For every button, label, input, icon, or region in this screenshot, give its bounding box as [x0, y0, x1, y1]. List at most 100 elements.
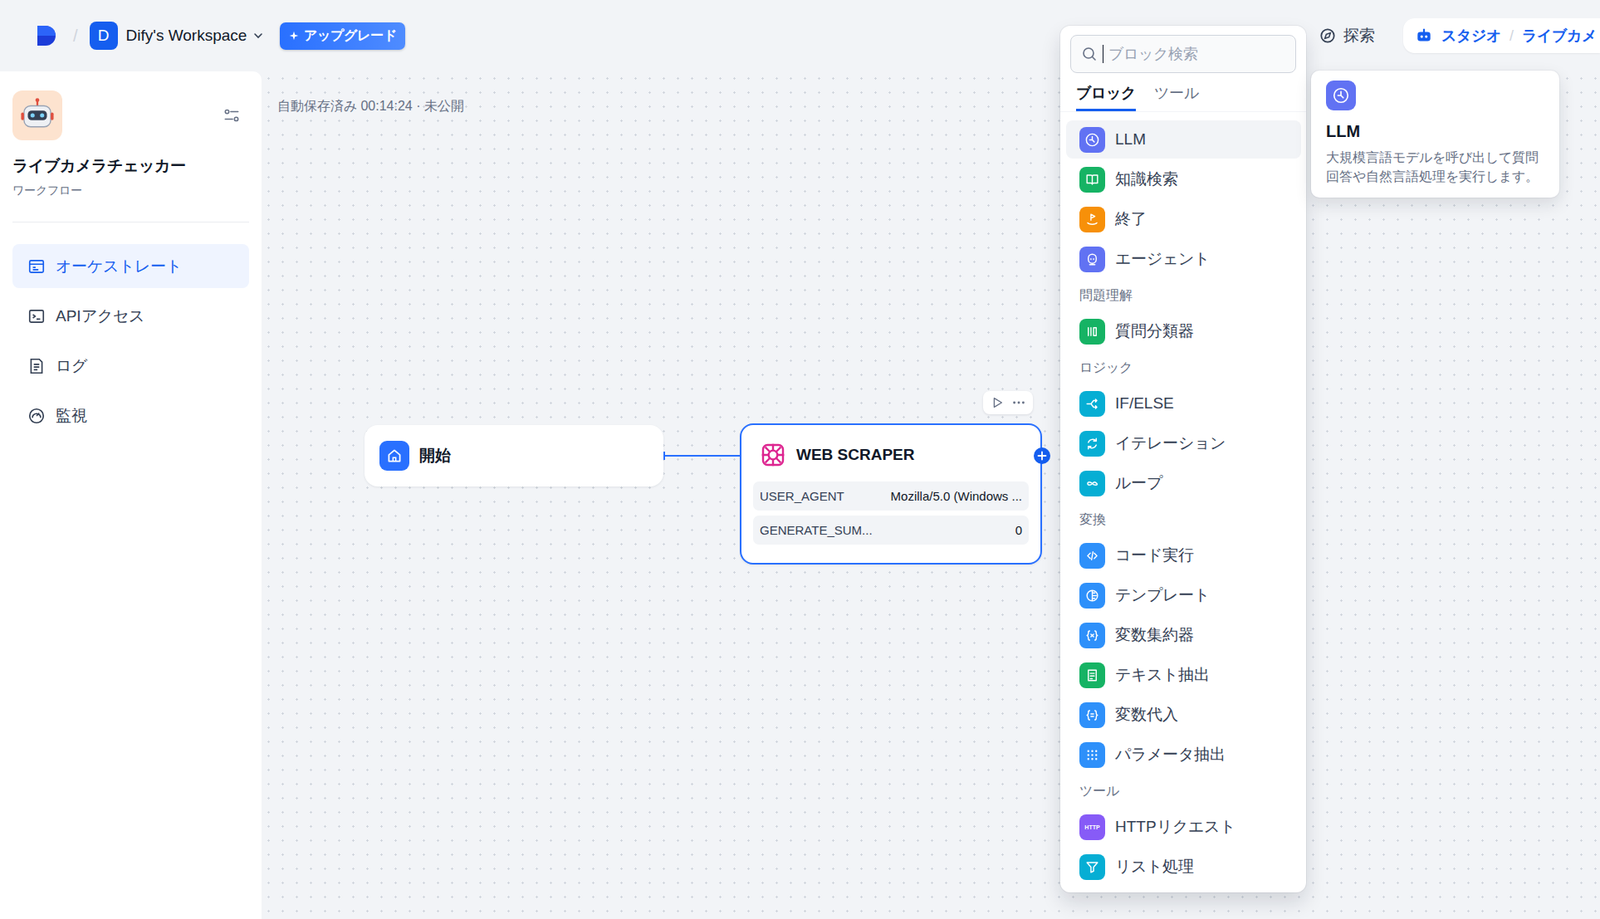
block-type-icon	[1079, 127, 1106, 153]
tooltip-title: LLM	[1325, 122, 1545, 142]
sidebar-item[interactable]: オーケストレート	[12, 244, 250, 289]
sidebar-item[interactable]: APIアクセス	[12, 293, 250, 338]
add-node-icon[interactable]	[1032, 446, 1052, 465]
block-item[interactable]: コード実行	[1066, 536, 1302, 575]
start-node[interactable]: 開始	[364, 425, 664, 487]
picker-tab[interactable]: ツール	[1154, 78, 1199, 112]
app-header	[12, 90, 250, 141]
search-placeholder: ブロック検索	[1108, 44, 1199, 64]
block-item[interactable]: 知識検索	[1066, 160, 1302, 199]
tool-node[interactable]: WEB SCRAPER USER_AGENTMozilla/5.0 (Window…	[739, 423, 1043, 565]
block-label: ループ	[1115, 472, 1163, 495]
block-type-icon	[1079, 854, 1106, 881]
tooltip-description: 大規模言語モデルを呼び出して質問回答や自然言語処理を実行します。	[1325, 147, 1544, 186]
more-icon[interactable]	[1011, 395, 1027, 411]
param-name: USER_AGENT	[759, 489, 845, 504]
search-icon	[1081, 45, 1098, 63]
block-type-icon: HTTP	[1079, 814, 1106, 841]
node-title: WEB SCRAPER	[796, 445, 915, 465]
app-avatar	[12, 90, 63, 141]
node-toolbar	[983, 391, 1033, 415]
block-type-icon	[1079, 166, 1106, 193]
sidebar-item-label: ログ	[55, 355, 88, 377]
picker-tab[interactable]: ブロック	[1076, 78, 1136, 112]
block-tooltip: LLM 大規模言語モデルを呼び出して質問回答や自然言語処理を実行します。	[1311, 70, 1560, 198]
block-label: 変数集約器	[1115, 624, 1194, 646]
block-item[interactable]: 質問分類器	[1066, 312, 1302, 351]
block-item[interactable]: ループ	[1066, 464, 1302, 503]
breadcrumb: / D Dify's Workspace アップグレード	[34, 21, 406, 50]
block-search-field[interactable]: ブロック検索	[1070, 34, 1297, 74]
block-item[interactable]: HTTP HTTPリクエスト	[1066, 807, 1302, 847]
block-label: テンプレート	[1115, 584, 1210, 607]
save-status: 自動保存済み 00:14:24 · 未公開	[277, 97, 465, 116]
http-badge: HTTP	[1084, 824, 1100, 831]
block-picker: ブロック検索ブロックツールLLM知識検索終了エージェント問題理解質問分類器ロジッ…	[1060, 25, 1307, 893]
block-item[interactable]: LLM	[1066, 120, 1302, 159]
block-type-icon	[1079, 318, 1106, 345]
upgrade-button[interactable]: アップグレード	[279, 22, 406, 50]
block-label: テキスト抽出	[1115, 664, 1210, 686]
breadcrumb-separator: /	[73, 26, 79, 46]
param-row: USER_AGENTMozilla/5.0 (Windows ...	[753, 481, 1029, 511]
block-list: LLM知識検索終了エージェント問題理解質問分類器ロジックIF/ELSEイテレーシ…	[1060, 120, 1307, 888]
sidebar-divider	[12, 221, 250, 223]
dify-logo-icon[interactable]	[34, 24, 60, 48]
workspace-avatar: D	[89, 21, 118, 50]
studio-label: スタジオ	[1441, 25, 1502, 46]
current-app-label[interactable]: ライブカメ	[1521, 25, 1597, 46]
play-icon[interactable]	[989, 395, 1005, 411]
studio-tab[interactable]: スタジオ / ライブカメ	[1403, 18, 1600, 54]
explore-tab[interactable]: 探索	[1318, 24, 1375, 47]
sidebar-item-label: APIアクセス	[55, 305, 145, 328]
block-type-icon	[1079, 662, 1106, 689]
block-label: HTTPリクエスト	[1115, 816, 1236, 838]
block-item[interactable]: 終了	[1066, 200, 1302, 239]
block-label: LLM	[1115, 130, 1146, 149]
block-label: 知識検索	[1115, 168, 1179, 191]
block-label: イテレーション	[1115, 432, 1226, 455]
block-item[interactable]: 変数集約器	[1066, 616, 1302, 655]
block-item[interactable]: テンプレート	[1066, 576, 1302, 615]
block-type-icon	[1079, 742, 1106, 769]
robot-icon	[1414, 26, 1434, 45]
terminal-icon	[27, 307, 46, 326]
param-row: GENERATE_SUM...0	[753, 515, 1029, 545]
workflow-icon	[27, 257, 46, 276]
block-label: コード実行	[1115, 544, 1194, 567]
settings-sliders-icon[interactable]	[222, 106, 241, 125]
block-type-icon	[1079, 391, 1106, 417]
block-item[interactable]: エージェント	[1066, 239, 1302, 279]
workflow-canvas[interactable]: 自動保存済み 00:14:24 · 未公開開始 WEB SCRAPER USER_A…	[261, 71, 1600, 919]
block-item[interactable]: イテレーション	[1066, 424, 1302, 463]
block-type-icon	[1079, 622, 1106, 649]
node-header: WEB SCRAPER	[753, 436, 1029, 474]
block-item[interactable]: IF/ELSE	[1066, 384, 1302, 423]
sidebar-item[interactable]: ログ	[12, 343, 250, 388]
node-params: USER_AGENTMozilla/5.0 (Windows ... GENERA…	[753, 481, 1029, 545]
block-label: リスト処理	[1115, 856, 1194, 878]
breadcrumb-separator: /	[1509, 27, 1514, 45]
block-item[interactable]: 変数代入	[1066, 695, 1302, 734]
chevron-down-icon	[251, 29, 265, 43]
app-sidebar: ライブカメラチェッカーワークフローオーケストレートAPIアクセスログ監視	[0, 71, 262, 919]
block-label: 質問分類器	[1115, 320, 1194, 343]
block-item[interactable]: テキスト抽出	[1066, 655, 1302, 695]
block-group-title: ツール	[1066, 775, 1302, 808]
block-label: 終了	[1115, 208, 1147, 230]
workspace-switcher[interactable]: D Dify's Workspace	[89, 21, 266, 50]
workspace-name: Dify's Workspace	[126, 26, 248, 45]
sidebar-item-label: 監視	[55, 405, 88, 427]
block-label: パラメータ抽出	[1115, 743, 1226, 766]
block-label: IF/ELSE	[1115, 394, 1175, 413]
sidebar-item[interactable]: 監視	[12, 393, 250, 438]
param-value: 0	[1015, 523, 1023, 538]
text-cursor	[1102, 44, 1104, 64]
connection-edge	[663, 444, 740, 468]
block-item[interactable]: パラメータ抽出	[1066, 735, 1302, 774]
block-group-title: ロジック	[1066, 352, 1302, 385]
app-type: ワークフロー	[12, 183, 250, 199]
block-type-icon	[1079, 582, 1106, 609]
block-group-title: 変換	[1066, 503, 1302, 537]
block-item[interactable]: リスト処理	[1066, 847, 1302, 886]
